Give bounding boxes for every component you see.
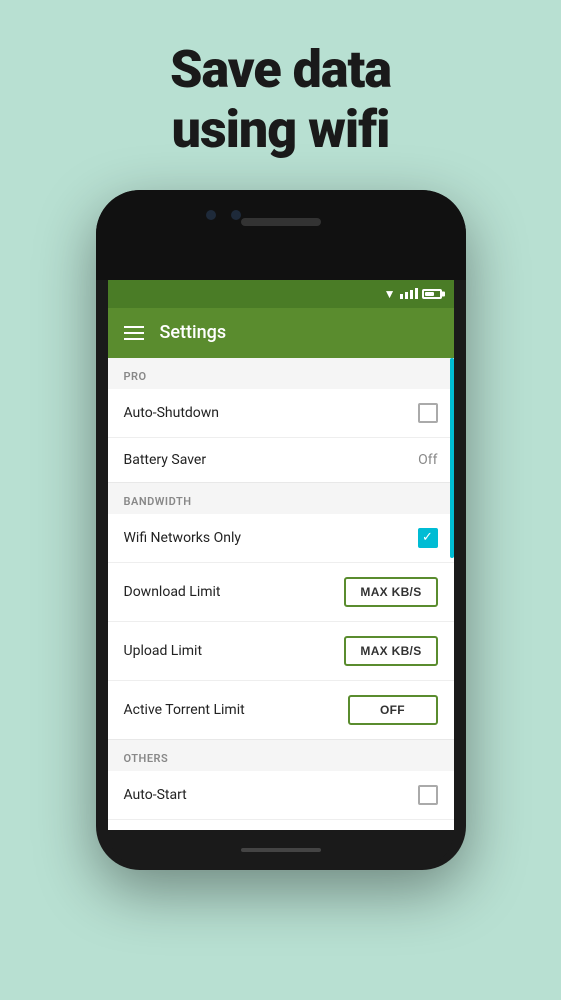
section-pro: PRO Auto-Shutdown Battery Saver Off bbox=[108, 358, 454, 483]
upload-limit-button[interactable]: MAX KB/S bbox=[344, 636, 437, 666]
phone-wrapper: ▼ Settings PRO bbox=[96, 190, 466, 870]
auto-shutdown-checkbox[interactable] bbox=[418, 403, 438, 423]
scroll-indicator[interactable] bbox=[450, 358, 454, 558]
settings-group-others: Auto-Start Default Download Folder CHANG… bbox=[108, 771, 454, 830]
row-auto-start[interactable]: Auto-Start bbox=[108, 771, 454, 820]
battery-saver-value: Off bbox=[418, 452, 437, 468]
home-indicator bbox=[241, 848, 321, 852]
wifi-networks-label: Wifi Networks Only bbox=[124, 530, 241, 546]
hamburger-menu-icon[interactable] bbox=[124, 326, 144, 340]
content-area: PRO Auto-Shutdown Battery Saver Off BAND… bbox=[108, 358, 454, 830]
row-battery-saver[interactable]: Battery Saver Off bbox=[108, 438, 454, 482]
row-active-torrent[interactable]: Active Torrent Limit OFF bbox=[108, 681, 454, 739]
section-header-others: OTHERS bbox=[108, 740, 454, 771]
phone-top-bar bbox=[96, 190, 466, 280]
row-default-folder[interactable]: Default Download Folder CHANGE bbox=[108, 820, 454, 830]
row-download-limit[interactable]: Download Limit MAX KB/S bbox=[108, 563, 454, 622]
camera-dot-right bbox=[231, 210, 241, 220]
camera-dot-left bbox=[206, 210, 216, 220]
wifi-icon: ▼ bbox=[384, 287, 396, 301]
app-bar: Settings bbox=[108, 308, 454, 358]
active-torrent-button[interactable]: OFF bbox=[348, 695, 438, 725]
upload-limit-label: Upload Limit bbox=[124, 643, 203, 659]
phone-speaker bbox=[241, 218, 321, 226]
row-auto-shutdown[interactable]: Auto-Shutdown bbox=[108, 389, 454, 438]
settings-group-bandwidth: Wifi Networks Only ✓ Download Limit MAX … bbox=[108, 514, 454, 740]
row-upload-limit[interactable]: Upload Limit MAX KB/S bbox=[108, 622, 454, 681]
battery-icon bbox=[422, 289, 442, 299]
auto-start-checkbox[interactable] bbox=[418, 785, 438, 805]
download-limit-label: Download Limit bbox=[124, 584, 221, 600]
section-header-pro: PRO bbox=[108, 358, 454, 389]
status-icons: ▼ bbox=[384, 287, 442, 301]
section-header-bandwidth: BANDWIDTH bbox=[108, 483, 454, 514]
signal-icon bbox=[400, 288, 418, 299]
phone-bottom bbox=[108, 830, 454, 870]
wifi-networks-checkbox[interactable]: ✓ bbox=[418, 528, 438, 548]
section-bandwidth: BANDWIDTH Wifi Networks Only ✓ Download … bbox=[108, 483, 454, 740]
row-wifi-networks[interactable]: Wifi Networks Only ✓ bbox=[108, 514, 454, 563]
battery-saver-label: Battery Saver bbox=[124, 452, 207, 468]
auto-start-label: Auto-Start bbox=[124, 787, 187, 803]
status-bar: ▼ bbox=[108, 280, 454, 308]
active-torrent-label: Active Torrent Limit bbox=[124, 702, 245, 718]
hero-section: Save data using wifi bbox=[170, 40, 391, 160]
hero-title: Save data using wifi bbox=[170, 40, 391, 160]
settings-group-pro: Auto-Shutdown Battery Saver Off bbox=[108, 389, 454, 483]
auto-shutdown-label: Auto-Shutdown bbox=[124, 405, 220, 421]
download-limit-button[interactable]: MAX KB/S bbox=[344, 577, 437, 607]
app-bar-title: Settings bbox=[160, 322, 227, 343]
section-others: OTHERS Auto-Start Default Download Folde… bbox=[108, 740, 454, 830]
